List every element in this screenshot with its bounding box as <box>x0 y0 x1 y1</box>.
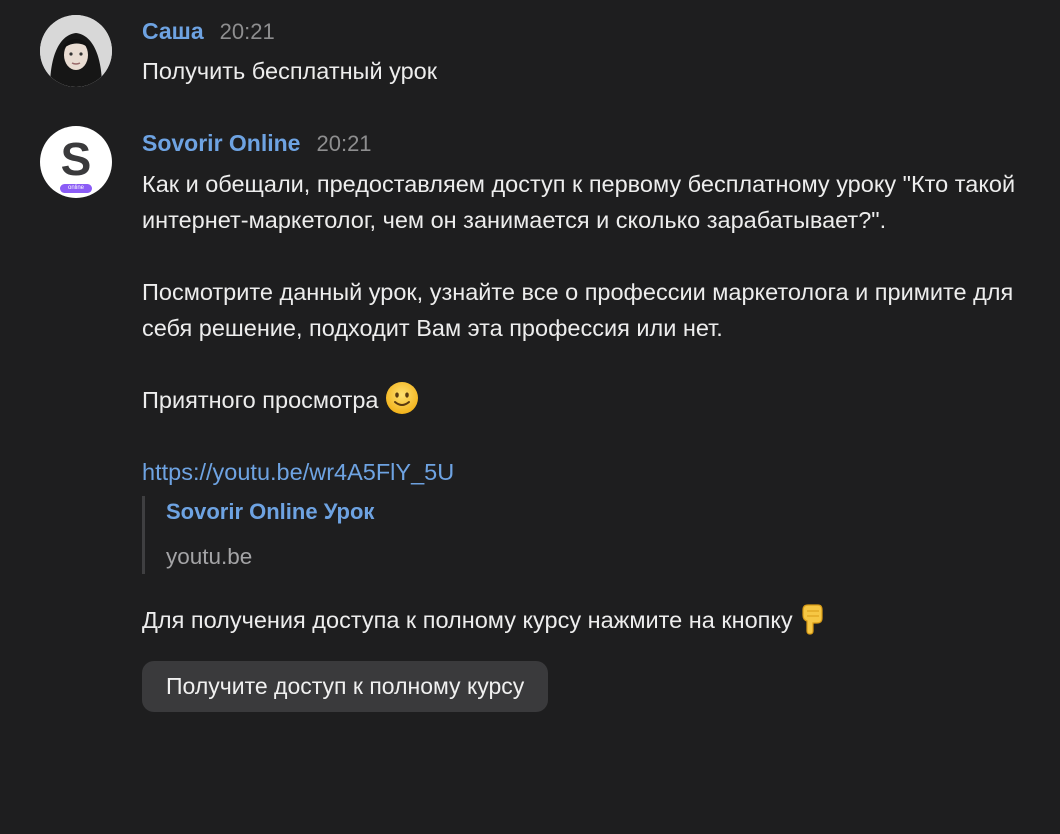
pointing-down-emoji-icon <box>799 601 825 640</box>
user-photo-icon <box>40 15 112 87</box>
link-preview[interactable]: Sovorir Online Урок youtu.be <box>142 496 1020 574</box>
message-text: Получить бесплатный урок <box>142 58 438 84</box>
youtube-link[interactable]: https://youtu.be/wr4A5FlY_5U <box>142 454 1020 490</box>
message-paragraph-4: Для получения доступа к полному курсу на… <box>142 607 793 633</box>
sender-name[interactable]: Саша <box>142 18 204 45</box>
online-badge: online <box>60 184 92 193</box>
avatar-letter: S <box>60 133 92 185</box>
message-sasha: Саша 20:21 Получить бесплатный урок <box>0 0 1060 110</box>
preview-title[interactable]: Sovorir Online Урок <box>166 496 1020 528</box>
message-header: Саша 20:21 <box>142 18 1020 48</box>
message-time: 20:21 <box>316 131 372 156</box>
avatar-sasha[interactable] <box>40 15 112 87</box>
sender-name[interactable]: Sovorir Online <box>142 130 300 157</box>
inline-keyboard: Получите доступ к полному курсу <box>142 661 1020 712</box>
message-time: 20:21 <box>219 19 275 44</box>
message-paragraph-2: Посмотрите данный урок, узнайте все о пр… <box>142 279 1014 341</box>
message-paragraph-3-row: Приятного просмотра <box>142 381 1020 420</box>
message-paragraph-4-row: Для получения доступа к полному курсу на… <box>142 602 1020 638</box>
get-full-course-button[interactable]: Получите доступ к полному курсу <box>142 661 549 712</box>
preview-site: youtu.be <box>166 544 253 569</box>
message-sovorir: S online Sovorir Online 20:21 Как и обещ… <box>0 110 1060 834</box>
message-paragraph-1: Как и обещали, предоставляем доступ к пе… <box>142 171 1016 233</box>
smile-emoji-icon <box>385 381 419 420</box>
avatar-sovorir[interactable]: S online <box>40 126 112 198</box>
message-header: Sovorir Online 20:21 <box>142 130 1020 160</box>
message-paragraph-3: Приятного просмотра <box>142 387 379 413</box>
